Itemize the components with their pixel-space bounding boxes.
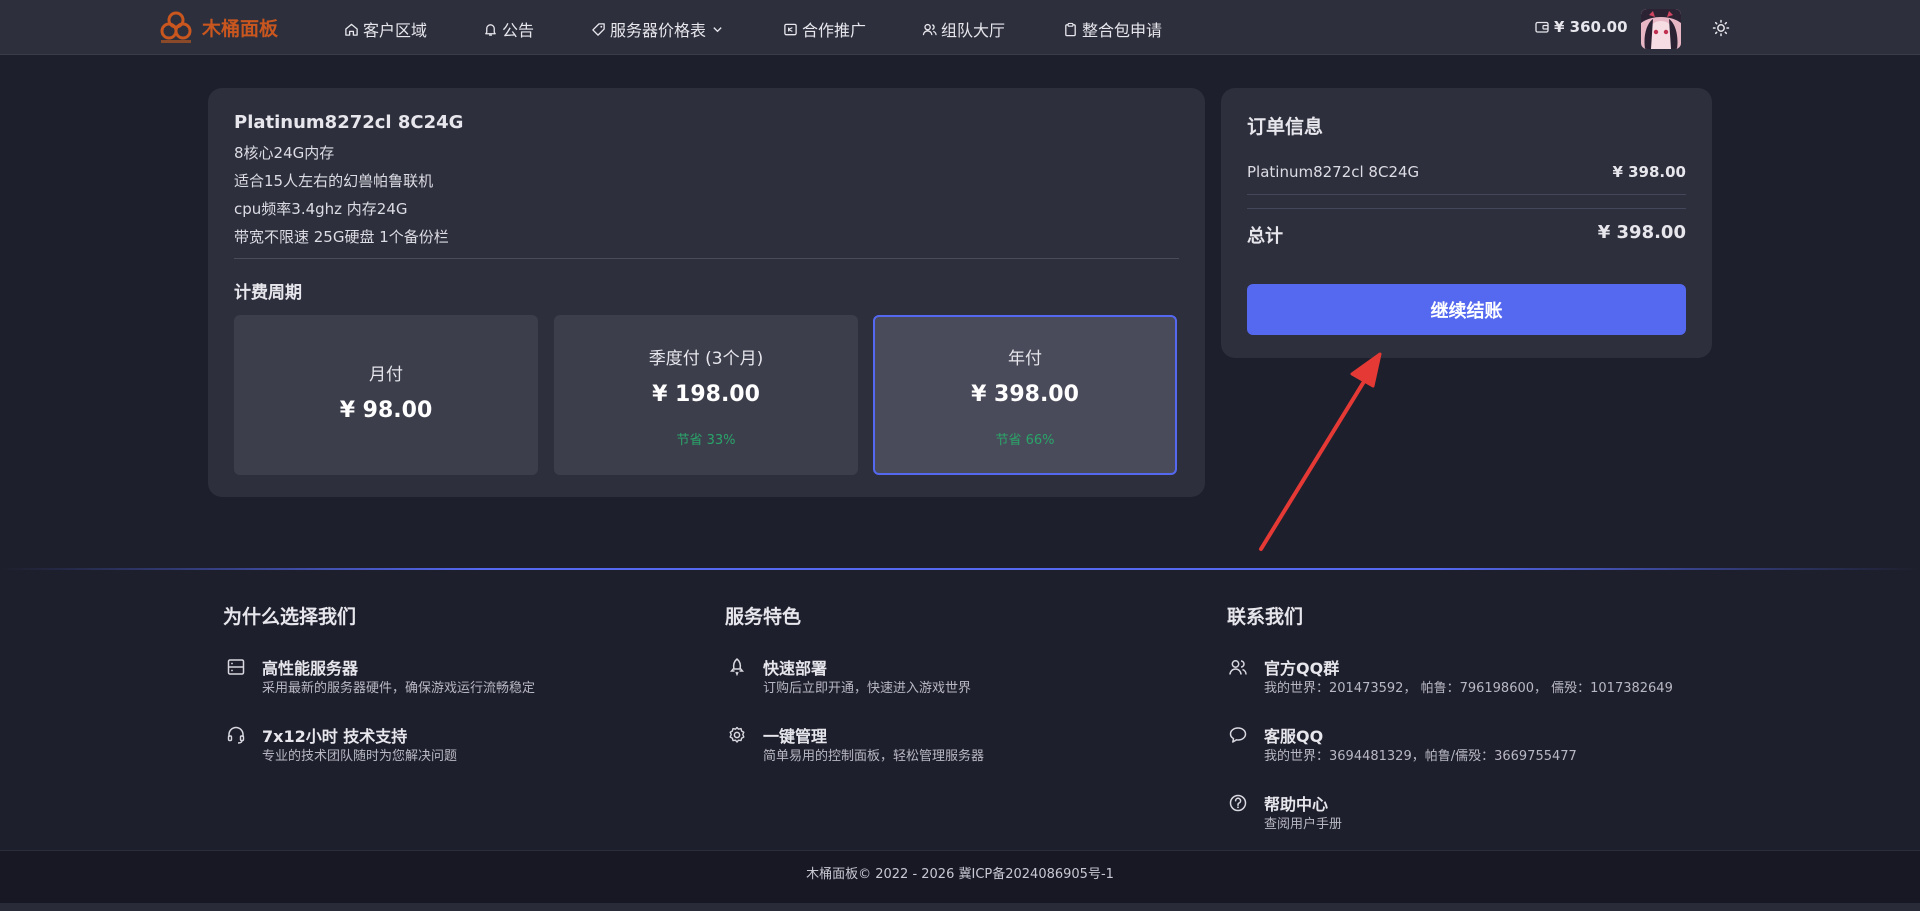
divider [234,258,1179,259]
feature-title: 官方QQ群 [1264,659,1340,678]
product-card: Platinum8272cl 8C24G 8核心24G内存 适合15人左右的幻兽… [208,88,1205,497]
rocket-icon [727,657,747,677]
home-icon [344,22,359,37]
brand-logo-icon [160,11,192,43]
users-icon [1228,657,1248,677]
footer-column-title: 联系我们 [1227,606,1304,628]
feature-title: 快速部署 [763,659,828,678]
nav-item-customer-area[interactable]: 客户区域 [344,17,427,41]
bell-icon [483,22,498,37]
users-icon [922,22,937,37]
billing-option-saving: 节省 66% [995,433,1055,448]
copyright-bar: 木桶面板© 2022 - 2026 冀ICP备2024086905号-1 [0,850,1920,911]
product-description-line: 适合15人左右的幻兽帕鲁联机 [234,172,434,190]
wallet-balance[interactable]: ¥ 360.00 [1535,18,1628,36]
nav-item-modpack-application[interactable]: 整合包申请 [1063,17,1162,41]
nav-item-announcements[interactable]: 公告 [483,17,534,41]
share-icon [783,22,798,37]
billing-option-name: 月付 [369,365,403,385]
nav-item-affiliate[interactable]: 合作推广 [783,17,866,41]
chat-icon [1228,725,1248,745]
divider [1247,194,1686,195]
product-title: Platinum8272cl 8C24G [234,112,464,133]
billing-option-price: ¥ 98.00 [339,398,433,423]
feature-description: 采用最新的服务器硬件，确保游戏运行流畅稳定 [262,681,536,696]
footer-column-title: 为什么选择我们 [223,606,357,628]
billing-option-name: 年付 [1008,349,1042,369]
nav-item-label: 公告 [502,21,535,40]
gear-icon [727,725,747,745]
product-description-line: 带宽不限速 25G硬盘 1个备份栏 [234,228,449,246]
billing-option-price: ¥ 198.00 [652,382,760,407]
feature-title: 一键管理 [763,727,828,746]
footer-column-title: 服务特色 [725,606,802,628]
billing-option-name: 季度付 (3个月) [648,349,764,369]
nav-item-label: 客户区域 [363,21,428,40]
nav-item-label: 整合包申请 [1082,21,1163,40]
feature-description: 查阅用户手册 [1264,817,1343,832]
feature-title: 高性能服务器 [262,659,359,678]
order-summary-card: 订单信息 Platinum8272cl 8C24G ¥ 398.00 总计 ¥ … [1221,88,1712,358]
copyright-text: 木桶面板© 2022 - 2026 冀ICP备2024086905号-1 [806,866,1114,882]
server-icon [226,657,246,677]
headset-icon [226,725,246,745]
billing-option-quarterly[interactable]: 季度付 (3个月) ¥ 198.00 节省 33% [554,315,858,475]
nav-item-team-lobby[interactable]: 组队大厅 [922,17,1005,41]
order-item-name: Platinum8272cl 8C24G [1247,163,1420,181]
feature-description: 简单易用的控制面板，轻松管理服务器 [763,749,985,764]
nav-item-label: 合作推广 [802,21,867,40]
nav-item-server-pricing[interactable]: 服务器价格表 [591,17,723,41]
feature-description: 专业的技术团队随时为您解决问题 [262,749,458,764]
feature-description: 订购后立即开通，快速进入游戏世界 [763,681,972,696]
feature-title: 帮助中心 [1264,795,1329,814]
order-title: 订单信息 [1247,116,1324,138]
footer: 为什么选择我们 高性能服务器 采用最新的服务器硬件，确保游戏运行流畅稳定 7x1… [0,570,1920,850]
avatar-image [1641,9,1681,49]
help-icon [1228,793,1248,813]
brand-name: 木桶面板 [202,17,279,40]
page-bottom-edge [0,903,1920,911]
avatar[interactable] [1641,9,1681,49]
product-description-line: cpu频率3.4ghz 内存24G [234,200,408,218]
billing-option-yearly[interactable]: 年付 ¥ 398.00 节省 66% [873,315,1177,475]
billing-cycle-title: 计费周期 [234,283,302,303]
billing-option-price: ¥ 398.00 [971,382,1079,407]
chevron-down-icon [712,24,723,35]
product-description-line: 8核心24G内存 [234,144,335,162]
order-item-price: ¥ 398.00 [1612,163,1686,181]
feature-description: 我的世界：3694481329，帕鲁/儒殁：3669755477 [1264,749,1577,764]
order-total-value: ¥ 398.00 [1597,222,1686,243]
brand[interactable]: 木桶面板 [157,8,278,46]
feature-description: 我的世界：201473592， 帕鲁：796198600， 儒殁：1017382… [1264,681,1673,696]
balance-amount: ¥ 360.00 [1554,18,1628,36]
wallet-icon [1535,20,1549,34]
divider [1247,208,1686,209]
checkout-button[interactable]: 继续结账 [1247,284,1686,335]
feature-title: 客服QQ [1264,727,1324,746]
order-total-label: 总计 [1247,226,1283,247]
billing-option-monthly[interactable]: 月付 ¥ 98.00 [234,315,538,475]
top-navbar: 木桶面板 客户区域 公告 服务器价格表 合作推广 组队大厅 整合包申请 ¥ 36… [0,0,1920,55]
clipboard-icon [1063,22,1078,37]
sun-icon[interactable] [1712,19,1730,37]
tag-icon [591,22,606,37]
nav-item-label: 组队大厅 [941,21,1006,40]
billing-option-saving: 节省 33% [676,433,736,448]
nav-item-label: 服务器价格表 [610,21,707,40]
feature-title: 7x12小时 技术支持 [262,727,408,746]
